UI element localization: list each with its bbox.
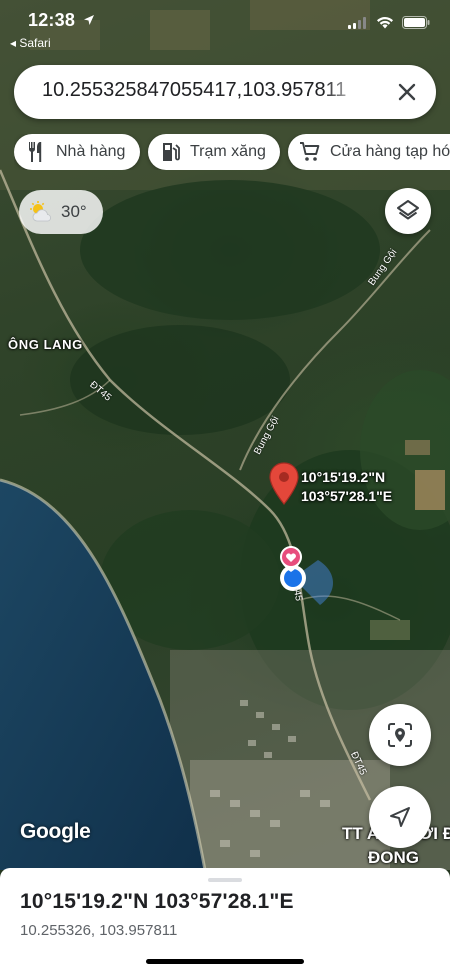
- recenter-location-button[interactable]: [369, 704, 431, 766]
- map-layers-button[interactable]: [385, 188, 431, 234]
- weather-temperature: 30°: [61, 202, 87, 221]
- dropped-pin[interactable]: [268, 462, 300, 506]
- cellular-signal-icon: [348, 16, 366, 29]
- place-decimal-coordinates: 10.255326, 103.957811: [20, 922, 178, 939]
- saved-place-marker[interactable]: [279, 545, 303, 573]
- pin-coordinates-label: 10°15'19.2"N 103°57'28.1"E: [301, 468, 392, 506]
- status-time: 12:38: [28, 10, 95, 31]
- heart-icon: [280, 546, 302, 572]
- status-icons: [348, 16, 430, 29]
- chip-label: Trạm xăng: [190, 143, 266, 160]
- sheet-drag-handle[interactable]: [208, 878, 242, 882]
- pin-longitude: 103°57'28.1"E: [301, 488, 393, 504]
- chip-label: Cửa hàng tạp hóa: [330, 143, 450, 160]
- chip-label: Nhà hàng: [56, 143, 126, 160]
- chip-restaurants[interactable]: Nhà hàng: [14, 134, 140, 170]
- chip-gas-stations[interactable]: Trạm xăng: [148, 134, 280, 170]
- gas-station-icon: [163, 143, 180, 161]
- search-input[interactable]: 10.255325847055417,103.957811: [42, 79, 362, 102]
- my-location-button[interactable]: [369, 786, 431, 848]
- partly-cloudy-icon: [30, 201, 51, 222]
- home-indicator[interactable]: [146, 959, 304, 964]
- place-title: 10°15'19.2"N 103°57'28.1"E: [20, 890, 294, 913]
- navigation-arrow-icon: [390, 807, 410, 827]
- battery-icon: [402, 16, 430, 29]
- area-label-ong-lang: ÔNG LANG: [8, 337, 83, 352]
- category-chips: Nhà hàng Trạm xăng Cửa hàng tạp hóa: [14, 134, 450, 170]
- layers-icon: [397, 200, 419, 220]
- restaurant-icon: [29, 142, 42, 162]
- location-arrow-icon: [84, 15, 95, 25]
- wifi-icon: [377, 16, 393, 29]
- status-bar: 12:38 ◂ Safari: [0, 0, 450, 56]
- road-label-45: 45: [291, 589, 304, 602]
- back-to-safari[interactable]: ◂ Safari: [10, 36, 51, 50]
- map-pin-icon: [269, 462, 299, 505]
- close-icon: [398, 83, 416, 101]
- status-time-text: 12:38: [28, 10, 76, 30]
- area-label-an-thoi-line2: ĐONG: [368, 848, 419, 867]
- weather-badge[interactable]: 30°: [19, 190, 103, 234]
- clear-search-button[interactable]: [392, 77, 422, 107]
- search-bar[interactable]: 10.255325847055417,103.957811: [14, 65, 436, 119]
- location-target-icon: [388, 723, 412, 747]
- shopping-cart-icon: [300, 142, 320, 161]
- chip-grocery-stores[interactable]: Cửa hàng tạp hóa: [288, 134, 450, 170]
- pin-latitude: 10°15'19.2"N: [301, 469, 386, 485]
- google-logo: Google: [20, 820, 91, 843]
